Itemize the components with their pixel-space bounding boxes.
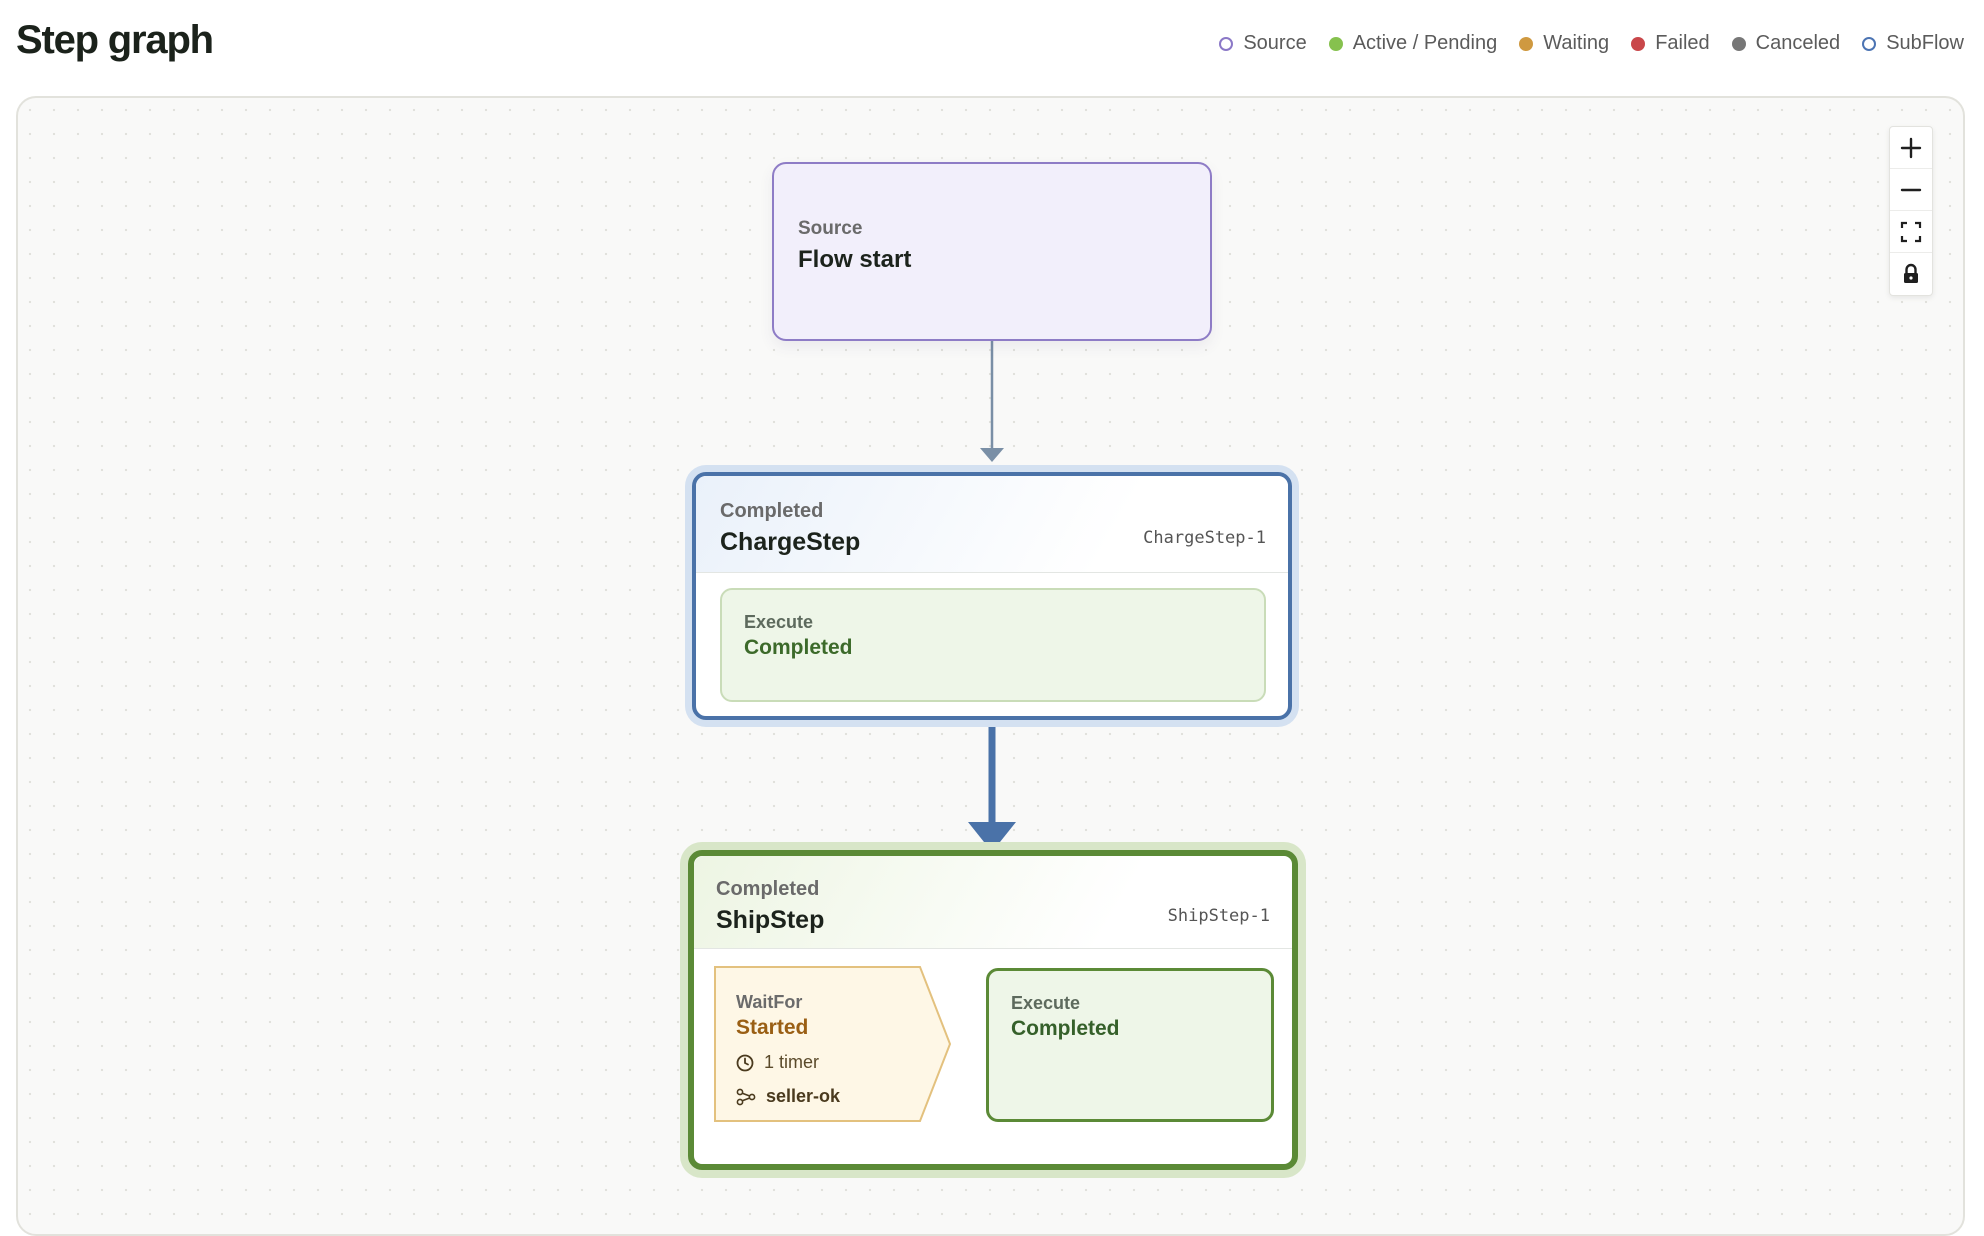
graph-controls — [1889, 126, 1933, 296]
legend-item-source: Source — [1219, 32, 1307, 55]
hollow-circle-icon — [1219, 36, 1234, 51]
step-header: Completed ShipStep ShipStep-1 — [694, 856, 1292, 949]
phase-state: Completed — [1011, 1017, 1120, 1040]
legend-label: Active / Pending — [1352, 32, 1498, 54]
filled-circle-icon — [1328, 36, 1343, 51]
lock-button[interactable] — [1890, 253, 1932, 295]
legend-item-active: Active / Pending — [1328, 32, 1498, 55]
step-status: Completed — [720, 500, 824, 522]
source-node[interactable]: Source Flow start — [772, 162, 1212, 341]
minus-icon — [1900, 188, 1922, 191]
filled-circle-icon — [1519, 36, 1534, 51]
phase-state: Completed — [744, 636, 853, 659]
legend-item-waiting: Waiting — [1519, 32, 1609, 55]
phase-label: Execute — [744, 612, 814, 632]
legend-item-failed: Failed — [1631, 32, 1710, 55]
status-legend: Source Active / Pending Waiting Failed C… — [1219, 32, 1964, 55]
legend-label: Failed — [1655, 32, 1710, 54]
timer-row: 1 timer — [736, 1052, 819, 1073]
signal-icon — [736, 1088, 756, 1105]
execute-phase[interactable]: Execute Completed — [720, 588, 1266, 702]
arrow-head — [980, 448, 1004, 462]
zoom-out-button[interactable] — [1890, 169, 1932, 211]
legend-item-canceled: Canceled — [1731, 32, 1841, 55]
legend-label: Canceled — [1755, 32, 1841, 54]
hollow-circle-icon — [1862, 36, 1877, 51]
node-title: Flow start — [798, 246, 912, 273]
step-node-charge[interactable]: Completed ChargeStep ChargeStep-1 Execut… — [692, 472, 1292, 720]
zoom-in-button[interactable] — [1890, 127, 1932, 169]
phase-state: Started — [736, 1016, 809, 1039]
legend-label: Source — [1243, 32, 1307, 54]
node-kicker: Source — [798, 218, 863, 239]
execute-phase[interactable]: Execute Completed — [986, 968, 1274, 1122]
plus-icon — [1900, 137, 1922, 158]
timer-count: 1 timer — [764, 1052, 820, 1072]
step-status: Completed — [716, 878, 820, 900]
legend-label: Waiting — [1543, 32, 1610, 54]
step-id: ChargeStep-1 — [1143, 528, 1266, 548]
legend-label: SubFlow — [1886, 32, 1964, 54]
step-name: ChargeStep — [720, 528, 861, 556]
filled-circle-icon — [1631, 36, 1646, 51]
graph-canvas[interactable]: Source Flow start Completed ChargeStep C… — [16, 96, 1965, 1236]
clock-icon — [736, 1054, 754, 1071]
step-name: ShipStep — [716, 906, 825, 934]
waitfor-phase[interactable]: WaitFor Started 1 timer seller-ok — [714, 966, 952, 1122]
fullscreen-icon — [1900, 221, 1922, 242]
lock-icon — [1904, 263, 1918, 283]
legend-item-subflow: SubFlow — [1862, 32, 1964, 55]
step-header: Completed ChargeStep ChargeStep-1 — [696, 476, 1288, 573]
page-title: Step graph — [16, 18, 214, 62]
signal-row: seller-ok — [736, 1086, 840, 1107]
phase-label: WaitFor — [736, 992, 803, 1012]
signal-name: seller-ok — [766, 1086, 841, 1106]
fit-view-button[interactable] — [1890, 211, 1932, 253]
step-id: ShipStep-1 — [1167, 906, 1270, 926]
phase-label: Execute — [1011, 993, 1081, 1013]
arrow-head — [968, 822, 1016, 852]
filled-circle-icon — [1731, 36, 1746, 51]
step-node-ship[interactable]: Completed ShipStep ShipStep-1 WaitFor St… — [688, 850, 1298, 1170]
